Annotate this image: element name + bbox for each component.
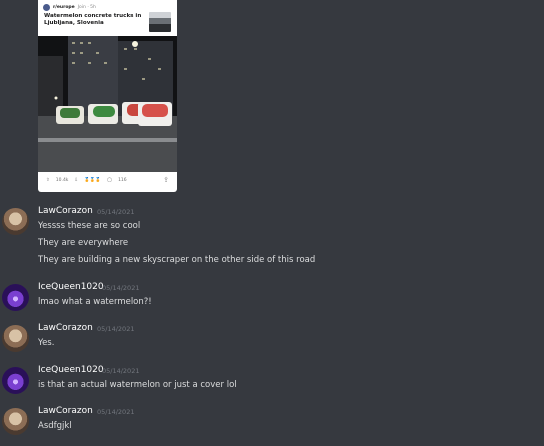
- timestamp: 05/14/2021: [102, 367, 140, 375]
- message-text: is that an actual watermelon or just a c…: [38, 380, 237, 390]
- message-text: lmao what a watermelon?!: [38, 297, 152, 307]
- timestamp: 05/14/2021: [102, 284, 140, 292]
- message-text: They are everywhere: [38, 238, 129, 248]
- avatar[interactable]: [2, 408, 29, 435]
- message-group: LawCorazon 05/14/2021 Yes.: [0, 323, 544, 363]
- username[interactable]: IceQueen1020: [38, 365, 104, 375]
- upvote-count: 10.4k: [55, 178, 69, 183]
- subreddit-name[interactable]: r/europe: [53, 5, 75, 10]
- comment-icon[interactable]: ◯: [107, 178, 112, 183]
- avatar[interactable]: [2, 208, 29, 235]
- timestamp: 05/14/2021: [97, 208, 135, 216]
- username[interactable]: IceQueen1020: [38, 282, 104, 292]
- message-text: They are building a new skyscraper on th…: [38, 255, 316, 265]
- message-text: Asdfgjkl: [38, 421, 72, 431]
- message-group: LawCorazon 05/14/2021 Yessss these are so …: [0, 206, 544, 265]
- post-title[interactable]: Watermelon concrete trucks in Ljubljana,…: [44, 13, 142, 27]
- post-thumbnail: [149, 12, 171, 32]
- message-group: IceQueen1020 05/14/2021 is that an actual …: [0, 365, 544, 405]
- share-icon[interactable]: ⇪: [163, 176, 169, 184]
- reddit-embed[interactable]: r/europe Join · 5h Watermelon concrete t…: [38, 0, 177, 192]
- avatar[interactable]: [2, 367, 29, 394]
- upvote-icon[interactable]: ⇧: [46, 178, 50, 183]
- message-group: LawCorazon 05/14/2021 Asdfgjkl: [0, 406, 544, 446]
- username[interactable]: LawCorazon: [38, 323, 93, 333]
- post-actions: ⇧ 10.4k ⇩ 🏅🏅🏅 ◯ 116: [46, 178, 133, 183]
- subreddit-icon: [43, 3, 50, 11]
- post-image[interactable]: [38, 36, 177, 172]
- embed-header: r/europe Join · 5h: [43, 3, 96, 11]
- timestamp: 05/14/2021: [97, 408, 135, 416]
- downvote-icon[interactable]: ⇩: [74, 178, 78, 183]
- message-group: IceQueen1020 05/14/2021 lmao what a waterm…: [0, 282, 544, 322]
- awards: 🏅🏅🏅: [84, 178, 102, 183]
- message-text: Yessss these are so cool: [38, 221, 141, 231]
- username[interactable]: LawCorazon: [38, 206, 93, 216]
- post-meta: Join · 5h: [77, 4, 96, 10]
- username[interactable]: LawCorazon: [38, 406, 93, 416]
- timestamp: 05/14/2021: [97, 325, 135, 333]
- avatar[interactable]: [2, 325, 29, 352]
- message-text: Yes.: [38, 338, 55, 348]
- avatar[interactable]: [2, 284, 29, 311]
- comment-count: 116: [118, 178, 127, 183]
